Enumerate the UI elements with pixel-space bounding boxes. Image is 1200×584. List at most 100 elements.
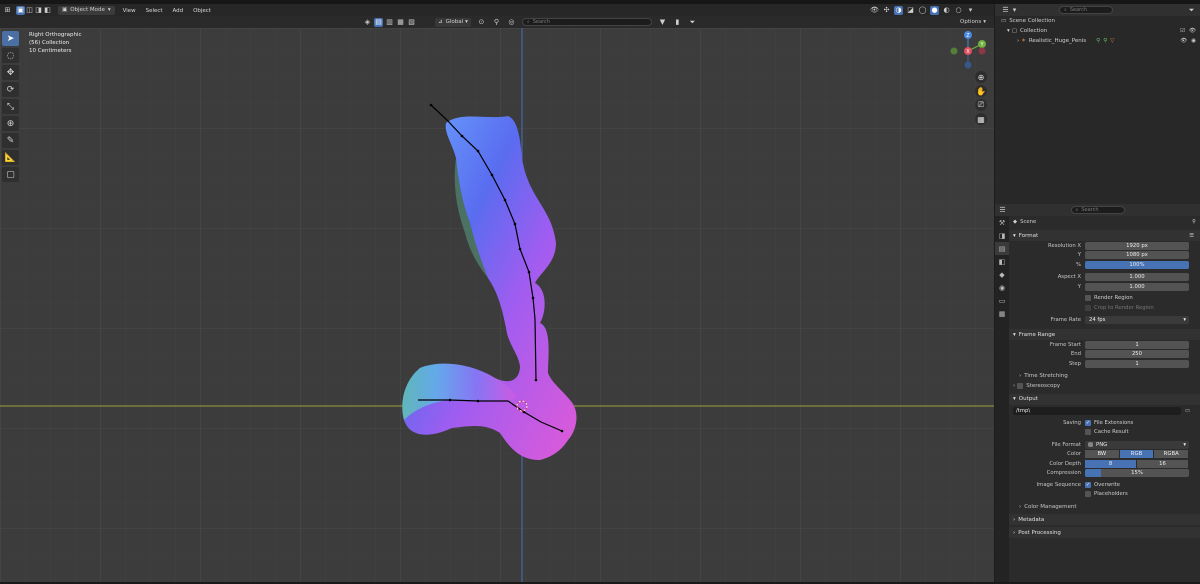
select-box-mode-icon[interactable]: ▣ <box>16 5 25 15</box>
resolution-x-field[interactable]: 1920 px <box>1085 241 1189 250</box>
filter-icon[interactable]: ▼ <box>658 18 667 27</box>
camera-icon[interactable]: ◉ <box>1191 38 1196 44</box>
checkbox-icon[interactable]: ☑ <box>1180 28 1185 34</box>
select-subtract-icon[interactable]: ◨ <box>34 6 43 15</box>
overwrite-checkbox[interactable]: ✓ <box>1085 481 1091 488</box>
resolution-pct-field[interactable]: 100% <box>1085 260 1189 269</box>
collection-row[interactable]: ▾ ▢ Collection ☑ 👁 <box>995 26 1200 36</box>
shading-rendered-icon[interactable]: ○ <box>954 6 963 15</box>
pivot-point-icon[interactable]: ⊙ <box>477 18 486 27</box>
pan-button[interactable]: ✋ <box>975 85 987 97</box>
properties-editor-icon[interactable]: ☰ <box>998 206 1007 215</box>
shading-wireframe-icon[interactable]: ◯ <box>918 6 927 15</box>
select-intersect-icon[interactable]: ◧ <box>43 6 52 15</box>
depth-16-option[interactable]: 16 <box>1137 459 1188 468</box>
funnel-icon[interactable]: ⏷ <box>688 18 697 27</box>
eye-icon[interactable]: 👁 <box>1180 38 1187 44</box>
toggle-b-icon[interactable]: ▥ <box>385 18 394 27</box>
depth-8-option[interactable]: 8 <box>1085 459 1136 468</box>
color-rgb-option[interactable]: RGB <box>1119 450 1154 459</box>
output-section-header[interactable]: ▾ Output <box>1009 393 1200 405</box>
texture-tab-icon[interactable]: ▦ <box>995 307 1009 320</box>
shading-material-icon[interactable]: ◐ <box>942 6 951 15</box>
options-dropdown[interactable]: Options ▾ <box>960 19 986 25</box>
color-management-subpanel[interactable]: › Color Management <box>1009 502 1200 512</box>
output-path-field[interactable]: /tmp\ <box>1013 407 1181 416</box>
folder-icon[interactable]: ▭ <box>1185 408 1190 414</box>
perspective-toggle-button[interactable]: ▦ <box>975 113 987 125</box>
properties-search-input[interactable]: ⌕ Search <box>1070 206 1125 214</box>
render-tab-icon[interactable]: ◨ <box>995 229 1009 242</box>
frame-start-field[interactable]: 1 <box>1085 340 1189 349</box>
scene-tab-icon[interactable]: ◆ <box>995 268 1009 281</box>
output-tab-icon[interactable]: ▤ <box>995 242 1009 255</box>
menu-object[interactable]: Object <box>193 8 211 14</box>
zoom-button[interactable]: ⊕ <box>975 71 987 83</box>
mode-dropdown[interactable]: ▣ Object Mode ▾ <box>58 5 115 15</box>
shading-solid-icon[interactable]: ● <box>930 5 939 15</box>
stereoscopy-checkbox[interactable] <box>1017 382 1024 389</box>
editor-type-button[interactable]: ⊞ <box>3 5 12 15</box>
visibility-icon[interactable]: 👁 <box>870 6 879 15</box>
xray-icon[interactable]: ◪ <box>906 6 915 15</box>
snap-icon[interactable]: ⚲ <box>492 18 501 27</box>
toggle-a-icon[interactable]: ▤ <box>374 17 383 27</box>
scale-tool[interactable]: ⤡ <box>2 99 19 114</box>
post-processing-section-header[interactable]: › Post Processing <box>1009 527 1200 538</box>
eye-icon[interactable]: 👁 <box>1189 28 1196 34</box>
file-format-dropdown[interactable]: ▨ PNG ▾ <box>1085 440 1189 449</box>
select-extend-icon[interactable]: ◫ <box>25 6 34 15</box>
move-tool[interactable]: ✥ <box>2 65 19 80</box>
toggle-c-icon[interactable]: ▦ <box>396 18 405 27</box>
color-rgba-option[interactable]: RGBA <box>1154 450 1189 459</box>
3d-viewport[interactable]: Z Y X Right Orthographic (56) Collection… <box>0 28 994 582</box>
time-stretching-subpanel[interactable]: › Time Stretching <box>1009 371 1200 381</box>
measure-tool[interactable]: 📐 <box>2 150 19 165</box>
format-section-header[interactable]: ▾ Format ☰ <box>1009 230 1200 241</box>
render-region-row[interactable]: Render Region <box>1009 294 1200 304</box>
overlay-toggle-icon[interactable]: ◑ <box>894 5 903 15</box>
aspect-x-field[interactable]: 1.000 <box>1085 273 1189 282</box>
placeholders-checkbox[interactable] <box>1085 491 1091 498</box>
menu-select[interactable]: Select <box>146 8 163 14</box>
shading-options-icon[interactable]: ▾ <box>966 6 975 15</box>
viewport-canvas[interactable]: Z Y X <box>0 28 994 582</box>
gizmo-toggle-icon[interactable]: ✣ <box>882 6 891 15</box>
render-region-checkbox[interactable] <box>1085 295 1091 302</box>
outliner-display-icon[interactable]: ▾ <box>1010 6 1019 15</box>
filter-icon[interactable]: ⏷ <box>1187 6 1196 15</box>
transform-orientation-dropdown[interactable]: ⊿ Global ▾ <box>435 17 471 27</box>
menu-add[interactable]: Add <box>173 8 184 14</box>
file-extensions-checkbox[interactable]: ✓ <box>1085 419 1091 426</box>
view-layer-tab-icon[interactable]: ◧ <box>995 255 1009 268</box>
cursor-tool[interactable]: ◌ <box>2 48 19 63</box>
frame-rate-dropdown[interactable]: 24 fps ▾ <box>1085 316 1189 325</box>
frame-range-section-header[interactable]: ▾ Frame Range <box>1009 329 1200 340</box>
outliner-search-input[interactable]: ⌕ Search <box>1059 6 1113 14</box>
tool-tab-icon[interactable]: ⚒ <box>995 216 1009 229</box>
color-bw-option[interactable]: BW <box>1085 450 1119 459</box>
rotate-tool[interactable]: ⟳ <box>2 82 19 97</box>
compression-slider[interactable]: 15% <box>1085 469 1189 478</box>
annotate-tool[interactable]: ✎ <box>2 133 19 148</box>
frame-step-field[interactable]: 1 <box>1085 359 1189 368</box>
add-cube-tool[interactable]: ▢ <box>2 167 19 182</box>
bookmark-icon[interactable]: ▮ <box>673 18 682 27</box>
transform-tool[interactable]: ⊕ <box>2 116 19 131</box>
object-row[interactable]: › ✶ Realistic_Huge_Penis ⚲ ⚲ ▽ 👁 ◉ <box>995 36 1200 46</box>
collection-tab-icon[interactable]: ▭ <box>995 294 1009 307</box>
metadata-section-header[interactable]: › Metadata <box>1009 514 1200 525</box>
stereoscopy-section[interactable]: › Stereoscopy <box>1009 381 1200 391</box>
cache-result-checkbox[interactable] <box>1085 429 1091 436</box>
aspect-y-field[interactable]: 1.000 <box>1085 282 1189 291</box>
object-type-visibility-icon[interactable]: ◈ <box>363 18 372 27</box>
world-tab-icon[interactable]: ◉ <box>995 281 1009 294</box>
select-tool[interactable]: ➤ <box>2 31 19 46</box>
resolution-y-field[interactable]: 1080 px <box>1085 251 1189 260</box>
proportional-edit-icon[interactable]: ◎ <box>507 18 516 27</box>
menu-view[interactable]: View <box>123 8 136 14</box>
toggle-d-icon[interactable]: ▧ <box>407 18 416 27</box>
pin-icon[interactable]: ⚲ <box>1192 219 1196 225</box>
outliner-editor-icon[interactable]: ☰ <box>1001 6 1010 15</box>
scene-collection-row[interactable]: ▭ Scene Collection <box>995 16 1200 26</box>
